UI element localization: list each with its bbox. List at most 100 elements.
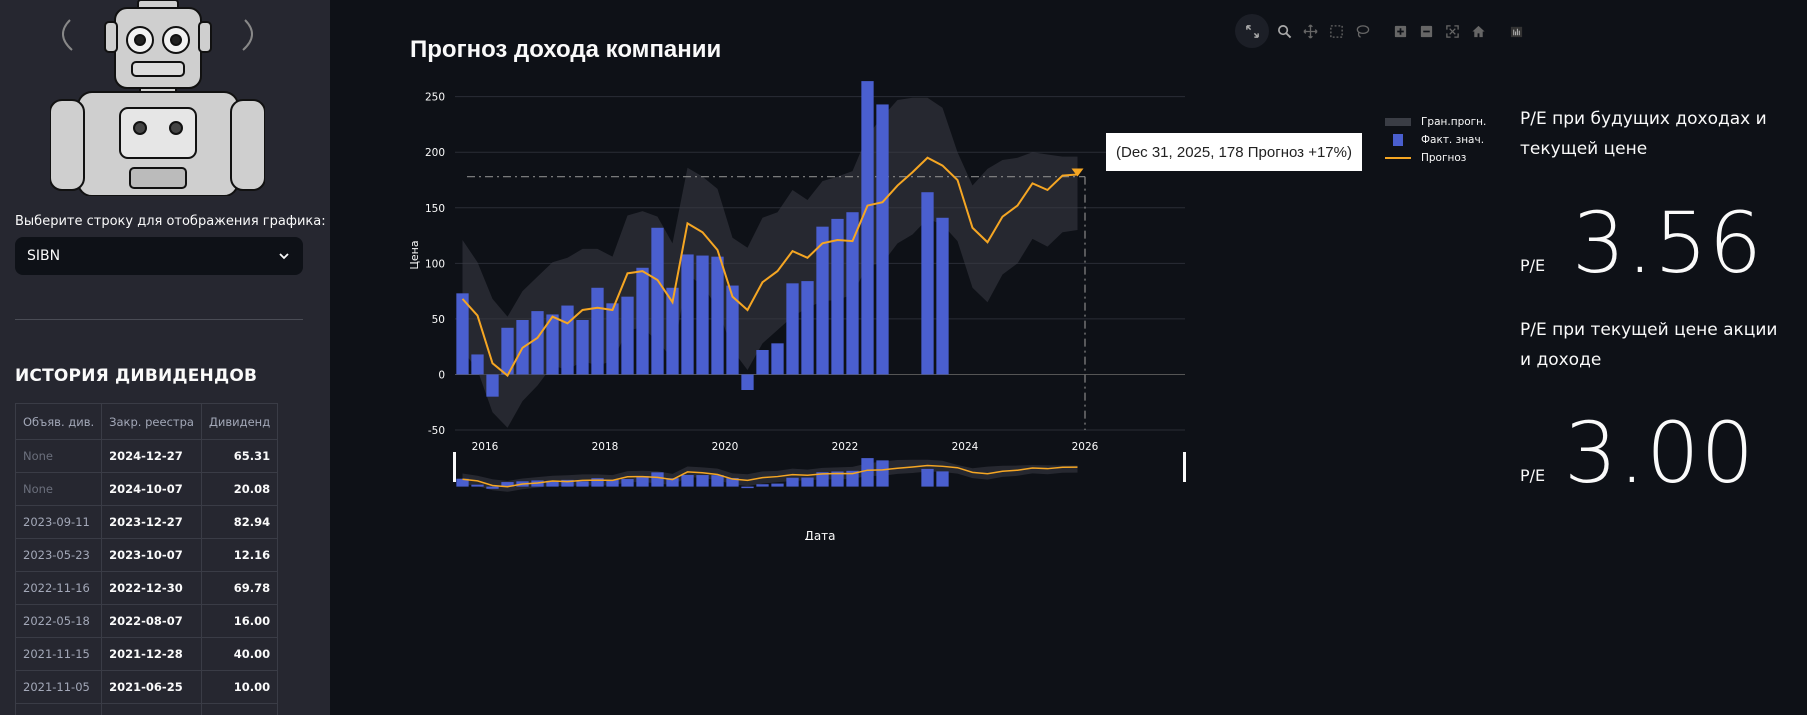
bar bbox=[486, 374, 499, 397]
bar bbox=[756, 350, 769, 375]
y-tick-label: 100 bbox=[425, 258, 445, 270]
cell-dividend: 12.16 bbox=[200, 538, 279, 572]
cell-record-date: 2020-12-30 bbox=[101, 703, 202, 715]
legend-label-band: Гран.прогн. bbox=[1421, 116, 1487, 128]
ticker-select[interactable]: SIBN bbox=[15, 237, 303, 275]
sidebar: Выберите строку для отображения графика:… bbox=[0, 0, 330, 715]
zoom-in-button[interactable] bbox=[1389, 20, 1411, 42]
x-tick-label: 2018 bbox=[592, 441, 619, 453]
bar bbox=[456, 293, 469, 375]
bar bbox=[936, 217, 949, 375]
pe-current-value: 3.00 bbox=[1564, 404, 1756, 502]
chart-modebar bbox=[1235, 14, 1527, 48]
legend-swatch-forecast bbox=[1385, 152, 1411, 164]
rangeslider-bar bbox=[651, 472, 664, 487]
bar bbox=[531, 311, 544, 375]
rangeslider-bar bbox=[786, 477, 799, 487]
bar bbox=[591, 287, 604, 375]
x-axis-label: Дата bbox=[804, 529, 835, 540]
legend-label-forecast: Прогноз bbox=[1421, 152, 1467, 164]
bar bbox=[846, 212, 859, 375]
legend-item-band[interactable]: Гран.прогн. bbox=[1385, 113, 1486, 131]
page-title: Прогноз дохода компании bbox=[410, 36, 722, 63]
chart-legend: Гран.прогн. Факт. знач. Прогноз bbox=[1385, 113, 1486, 167]
x-tick-label: 2024 bbox=[952, 441, 979, 453]
plotly-logo-icon bbox=[1510, 26, 1522, 37]
cell-announced: 2022-11-16 bbox=[14, 571, 103, 605]
cell-announced: None bbox=[14, 472, 103, 506]
legend-item-actual[interactable]: Факт. знач. bbox=[1385, 131, 1486, 149]
robot-logo-icon bbox=[50, 0, 265, 196]
rangeslider-bar bbox=[801, 477, 814, 487]
table-row: 2020-11-172020-12-305.00 bbox=[14, 703, 279, 715]
table-row: 2021-11-05 2021-06-25 10.00 bbox=[14, 670, 279, 704]
cell-record-date: 2024-10-07 bbox=[101, 472, 202, 506]
bar bbox=[636, 267, 649, 375]
bar bbox=[696, 255, 709, 375]
legend-item-forecast[interactable]: Прогноз bbox=[1385, 149, 1486, 167]
zoom-out-icon bbox=[1420, 25, 1432, 37]
bar bbox=[606, 303, 619, 375]
forecast-band bbox=[462, 97, 1078, 428]
zoom-out-button[interactable] bbox=[1415, 20, 1437, 42]
y-tick-label: 250 bbox=[425, 92, 445, 104]
autoscale-button[interactable] bbox=[1441, 20, 1463, 42]
pan-button[interactable] bbox=[1299, 20, 1321, 42]
bar bbox=[561, 305, 574, 375]
bar bbox=[651, 227, 664, 375]
cell-dividend: 82.94 bbox=[200, 505, 279, 539]
home-icon bbox=[1471, 25, 1485, 37]
lasso-button[interactable] bbox=[1351, 20, 1373, 42]
box-select-icon bbox=[1329, 24, 1343, 38]
expand-icon bbox=[1245, 24, 1259, 38]
cell-dividend: 10.00 bbox=[200, 670, 279, 704]
cell-dividend: 40.00 bbox=[200, 637, 279, 671]
plotly-logo-button[interactable] bbox=[1505, 20, 1527, 42]
cell-announced: 2021-11-15 bbox=[14, 637, 103, 671]
bar bbox=[876, 104, 889, 375]
pe-future-label: P/E при будущих доходах и текущей цене bbox=[1520, 109, 1767, 159]
bar bbox=[621, 296, 634, 375]
home-button[interactable] bbox=[1467, 20, 1489, 42]
bar bbox=[681, 254, 694, 375]
column-header-announced[interactable]: Объяв. див. bbox=[14, 403, 103, 440]
table-row: None 2024-12-27 65.31 bbox=[14, 439, 279, 473]
cell-announced: 2021-11-05 bbox=[14, 670, 103, 704]
cell-dividend: 65.31 bbox=[200, 439, 279, 473]
cell-dividend: 5.00 bbox=[200, 703, 279, 715]
rangeslider-bar bbox=[696, 475, 709, 487]
cell-dividend: 20.08 bbox=[200, 472, 279, 506]
table-row: 2023-05-23 2023-10-07 12.16 bbox=[14, 538, 279, 572]
x-tick-label: 2016 bbox=[472, 441, 499, 453]
y-tick-label: 200 bbox=[425, 147, 445, 159]
table-row: None 2024-10-07 20.08 bbox=[14, 472, 279, 506]
bar bbox=[801, 281, 814, 375]
table-row: 2022-05-18 2022-08-07 16.00 bbox=[14, 604, 279, 638]
bar bbox=[726, 285, 739, 375]
rangeslider-bar bbox=[636, 476, 649, 487]
table-row: 2023-09-11 2023-12-27 82.94 bbox=[14, 505, 279, 539]
table-header-row: Объяв. див. Закр. реестра Дивиденд bbox=[14, 403, 279, 440]
y-tick-label: 50 bbox=[432, 314, 445, 326]
expand-button[interactable] bbox=[1235, 14, 1269, 48]
cell-announced: None bbox=[14, 439, 103, 473]
rangeslider-handle-right[interactable] bbox=[1183, 452, 1186, 482]
x-tick-label: 2026 bbox=[1072, 441, 1099, 453]
cell-record-date: 2021-12-28 bbox=[101, 637, 202, 671]
y-tick-label: -50 bbox=[428, 425, 445, 437]
box-select-button[interactable] bbox=[1325, 20, 1347, 42]
table-row: 2021-11-15 2021-12-28 40.00 bbox=[14, 637, 279, 671]
column-header-dividend[interactable]: Дивиденд bbox=[200, 403, 279, 440]
column-header-record[interactable]: Закр. реестра bbox=[101, 403, 202, 440]
cell-dividend: 69.78 bbox=[200, 571, 279, 605]
rangeslider-bar bbox=[621, 479, 634, 487]
y-tick-label: 0 bbox=[438, 369, 445, 381]
bar bbox=[771, 343, 784, 375]
zoom-button[interactable] bbox=[1273, 20, 1295, 42]
ticker-select-value: SIBN bbox=[27, 248, 61, 264]
select-label: Выберите строку для отображения графика: bbox=[15, 214, 326, 229]
cell-announced: 2023-09-11 bbox=[14, 505, 103, 539]
cell-record-date: 2023-12-27 bbox=[101, 505, 202, 539]
cell-record-date: 2022-08-07 bbox=[101, 604, 202, 638]
rangeslider-handle-left[interactable] bbox=[453, 452, 456, 482]
